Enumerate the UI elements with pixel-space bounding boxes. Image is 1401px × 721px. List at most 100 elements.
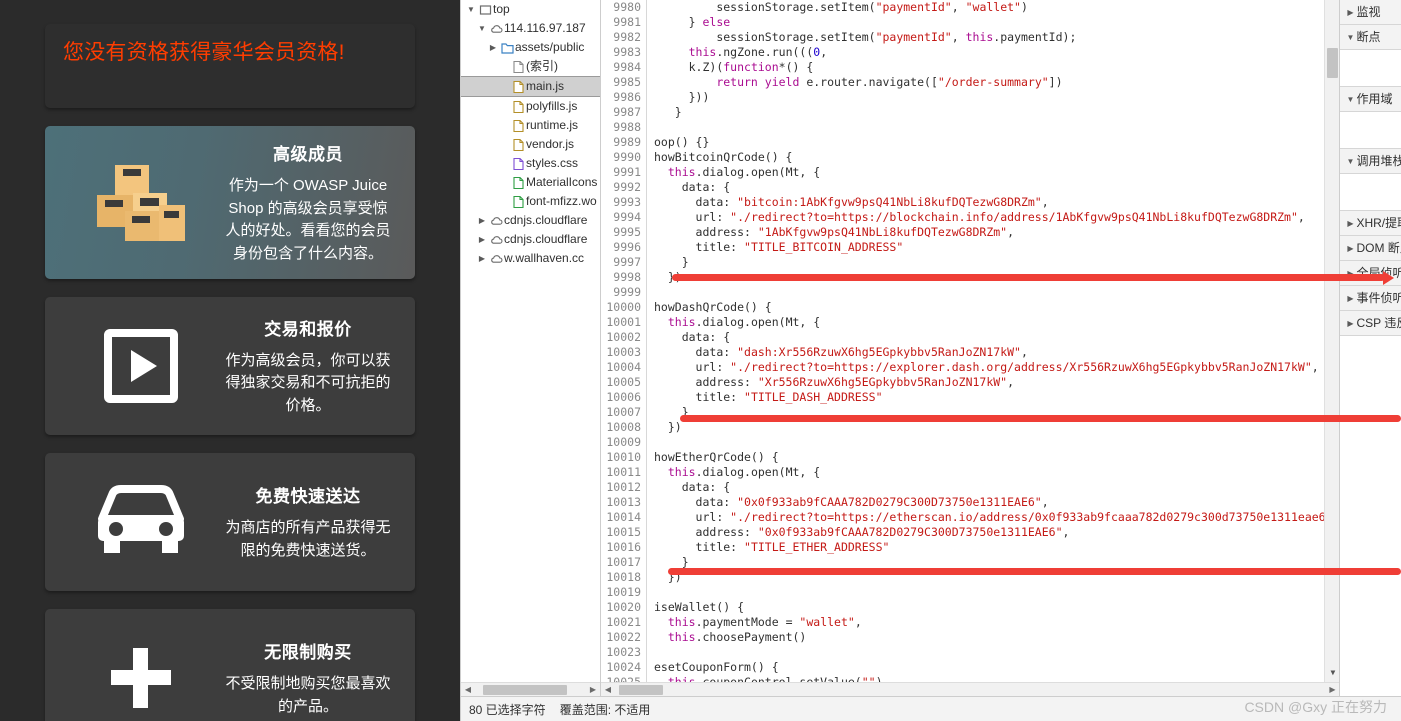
tree-row[interactable]: ▼ top <box>461 0 600 19</box>
scroll-down-arrow-icon[interactable]: ▼ <box>1325 665 1339 680</box>
code-line[interactable]: title: "TITLE_DASH_ADDRESS" <box>654 390 1339 405</box>
editor-scroll-thumb[interactable] <box>619 684 663 695</box>
code-line[interactable] <box>654 585 1339 600</box>
scroll-right-arrow-icon[interactable]: ▶ <box>586 685 600 694</box>
benefit-card-deals-offers[interactable]: 交易和报价 作为高级会员，你可以获得独家交易和不可抗拒的价格。 <box>45 297 415 435</box>
code-line[interactable]: data: { <box>654 180 1339 195</box>
code-line[interactable]: data: "bitcoin:1AbKfgvw9psQ41NbLi8kufDQT… <box>654 195 1339 210</box>
code-line[interactable]: this.paymentMode = "wallet", <box>654 615 1339 630</box>
source-editor[interactable]: 9980 9981 9982 9983 9984 9985 9986 9987 9988 9989… <box>601 0 1340 682</box>
tree-row[interactable]: ▼ 114.116.97.187 <box>461 19 600 38</box>
code-line[interactable]: esetCouponForm() { <box>654 660 1339 675</box>
navigator-horizontal-scrollbar[interactable]: ◀ ▶ <box>461 682 600 696</box>
file-tree[interactable]: ▼ top ▼ 114.116.97.187 ▶ assets/public (索引) mai… <box>461 0 600 682</box>
chevron-right-icon[interactable]: ▶ <box>1344 286 1356 310</box>
chevron-down-icon[interactable]: ▼ <box>465 0 477 19</box>
scroll-left-arrow-icon[interactable]: ◀ <box>601 685 615 694</box>
code-line[interactable]: this.ngZone.run(((0, <box>654 45 1339 60</box>
code-line[interactable] <box>654 645 1339 660</box>
debugger-section-header[interactable]: ▶全局侦听器 <box>1340 261 1401 286</box>
chevron-right-icon[interactable]: ▶ <box>1344 236 1356 260</box>
debugger-section-header[interactable]: ▼ 断点 <box>1340 25 1401 50</box>
debugger-section-header[interactable]: ▶XHR/提取断点 <box>1340 211 1401 236</box>
chevron-right-icon[interactable]: ▶ <box>1344 0 1356 24</box>
navigator-scroll-track[interactable] <box>475 683 586 697</box>
benefit-card-premium-member[interactable]: 高级成员 作为一个 OWASP Juice Shop 的高级会员享受惊人的好处。… <box>45 126 415 279</box>
editor-scroll-track[interactable] <box>615 683 1325 697</box>
debugger-section-header[interactable]: ▶CSP 违反了 <box>1340 311 1401 336</box>
code-line[interactable]: data: "dash:Xr556RzuwX6hg5EGpkybbv5RanJo… <box>654 345 1339 360</box>
code-line[interactable]: this.couponControl.setValue(""), <box>654 675 1339 682</box>
chevron-right-icon[interactable]: ▶ <box>476 249 488 268</box>
code-line[interactable]: }) <box>654 570 1339 585</box>
chevron-down-icon[interactable]: ▼ <box>1344 25 1356 49</box>
debugger-section-header[interactable]: ▼ 作用域 <box>1340 87 1401 112</box>
code-line[interactable]: this.dialog.open(Mt, { <box>654 315 1339 330</box>
code-line[interactable]: } <box>654 405 1339 420</box>
debugger-section-header[interactable]: ▶事件侦听器断点 <box>1340 286 1401 311</box>
code-line[interactable]: oop() {} <box>654 135 1339 150</box>
code-line[interactable]: }) <box>654 270 1339 285</box>
chevron-down-icon[interactable]: ▼ <box>1344 87 1356 111</box>
tree-row[interactable]: font-mfizz.wo <box>461 192 600 211</box>
debugger-section-header[interactable]: ▼ 调用堆栈 <box>1340 149 1401 174</box>
scroll-right-arrow-icon[interactable]: ▶ <box>1325 685 1339 694</box>
code-line[interactable]: data: "0x0f933ab9fCAAA782D0279C300D73750… <box>654 495 1339 510</box>
code-line[interactable]: url: "./redirect?to=https://explorer.das… <box>654 360 1339 375</box>
code-line[interactable]: address: "1AbKfgvw9psQ41NbLi8kufDQTezwG8… <box>654 225 1339 240</box>
code-line[interactable]: this.dialog.open(Mt, { <box>654 465 1339 480</box>
code-line[interactable]: data: { <box>654 480 1339 495</box>
code-line[interactable] <box>654 285 1339 300</box>
debugger-section-header[interactable]: ▶ 监视 <box>1340 0 1401 25</box>
chevron-down-icon[interactable]: ▼ <box>1344 149 1356 173</box>
code-line[interactable]: title: "TITLE_BITCOIN_ADDRESS" <box>654 240 1339 255</box>
code-line[interactable]: } <box>654 255 1339 270</box>
chevron-right-icon[interactable]: ▶ <box>487 38 499 57</box>
code-line[interactable]: howDashQrCode() { <box>654 300 1339 315</box>
scroll-left-arrow-icon[interactable]: ◀ <box>461 685 475 694</box>
debugger-section-header[interactable]: ▶DOM 断点 <box>1340 236 1401 261</box>
source-code-content[interactable]: sessionStorage.setItem("paymentId", "wal… <box>647 0 1339 682</box>
chevron-right-icon[interactable]: ▶ <box>1344 211 1356 235</box>
code-line[interactable]: k.Z)(function*() { <box>654 60 1339 75</box>
code-line[interactable]: url: "./redirect?to=https://blockchain.i… <box>654 210 1339 225</box>
code-line[interactable]: address: "Xr556RzuwX6hg5EGpkybbv5RanJoZN… <box>654 375 1339 390</box>
code-line[interactable]: } else <box>654 15 1339 30</box>
chevron-right-icon[interactable]: ▶ <box>1344 311 1356 335</box>
tree-row[interactable]: ▶ cdnjs.cloudflare <box>461 211 600 230</box>
tree-row[interactable]: vendor.js <box>461 135 600 154</box>
debugger-sidebar[interactable]: ▶监视▼断点 ▼作用域 ▼调用堆栈 ▶XHR/提取断点▶DOM 断点▶全局侦听器▶事件… <box>1339 0 1401 696</box>
tree-row[interactable]: main.js <box>461 76 600 97</box>
chevron-right-icon[interactable]: ▶ <box>476 230 488 249</box>
tree-row[interactable]: ▶ w.wallhaven.cc <box>461 249 600 268</box>
code-line[interactable]: } <box>654 555 1339 570</box>
code-line[interactable]: howBitcoinQrCode() { <box>654 150 1339 165</box>
code-line[interactable]: this.choosePayment() <box>654 630 1339 645</box>
code-line[interactable]: address: "0x0f933ab9fCAAA782D0279C300D73… <box>654 525 1339 540</box>
code-line[interactable]: data: { <box>654 330 1339 345</box>
code-line[interactable]: }) <box>654 420 1339 435</box>
chevron-down-icon[interactable]: ▼ <box>476 19 488 38</box>
tree-row[interactable]: runtime.js <box>461 116 600 135</box>
benefit-card-unlimited-purchases[interactable]: 无限制购买 不受限制地购买您最喜欢的产品。 <box>45 609 415 721</box>
code-line[interactable]: url: "./redirect?to=https://etherscan.io… <box>654 510 1340 525</box>
tree-row[interactable]: (索引) <box>461 57 600 76</box>
tree-row[interactable]: styles.css <box>461 154 600 173</box>
code-line[interactable]: sessionStorage.setItem("paymentId", "wal… <box>654 0 1339 15</box>
code-line[interactable]: howEtherQrCode() { <box>654 450 1339 465</box>
tree-row[interactable]: polyfills.js <box>461 97 600 116</box>
benefit-card-free-delivery[interactable]: 免费快速送达 为商店的所有产品获得无限的免费快速送货。 <box>45 453 415 591</box>
navigator-scroll-thumb[interactable] <box>483 684 567 695</box>
code-line[interactable] <box>654 120 1339 135</box>
editor-vertical-scrollbar[interactable]: ▼ <box>1324 0 1340 682</box>
chevron-right-icon[interactable]: ▶ <box>1344 261 1356 285</box>
code-line[interactable]: title: "TITLE_ETHER_ADDRESS" <box>654 540 1339 555</box>
editor-horizontal-scrollbar[interactable]: ◀ ▶ <box>601 682 1340 697</box>
code-line[interactable]: sessionStorage.setItem("paymentId", this… <box>654 30 1339 45</box>
code-line[interactable] <box>654 435 1339 450</box>
chevron-right-icon[interactable]: ▶ <box>476 211 488 230</box>
tree-row[interactable]: ▶ assets/public <box>461 38 600 57</box>
code-line[interactable]: iseWallet() { <box>654 600 1339 615</box>
code-line[interactable]: } <box>654 105 1339 120</box>
tree-row[interactable]: MaterialIcons <box>461 173 600 192</box>
